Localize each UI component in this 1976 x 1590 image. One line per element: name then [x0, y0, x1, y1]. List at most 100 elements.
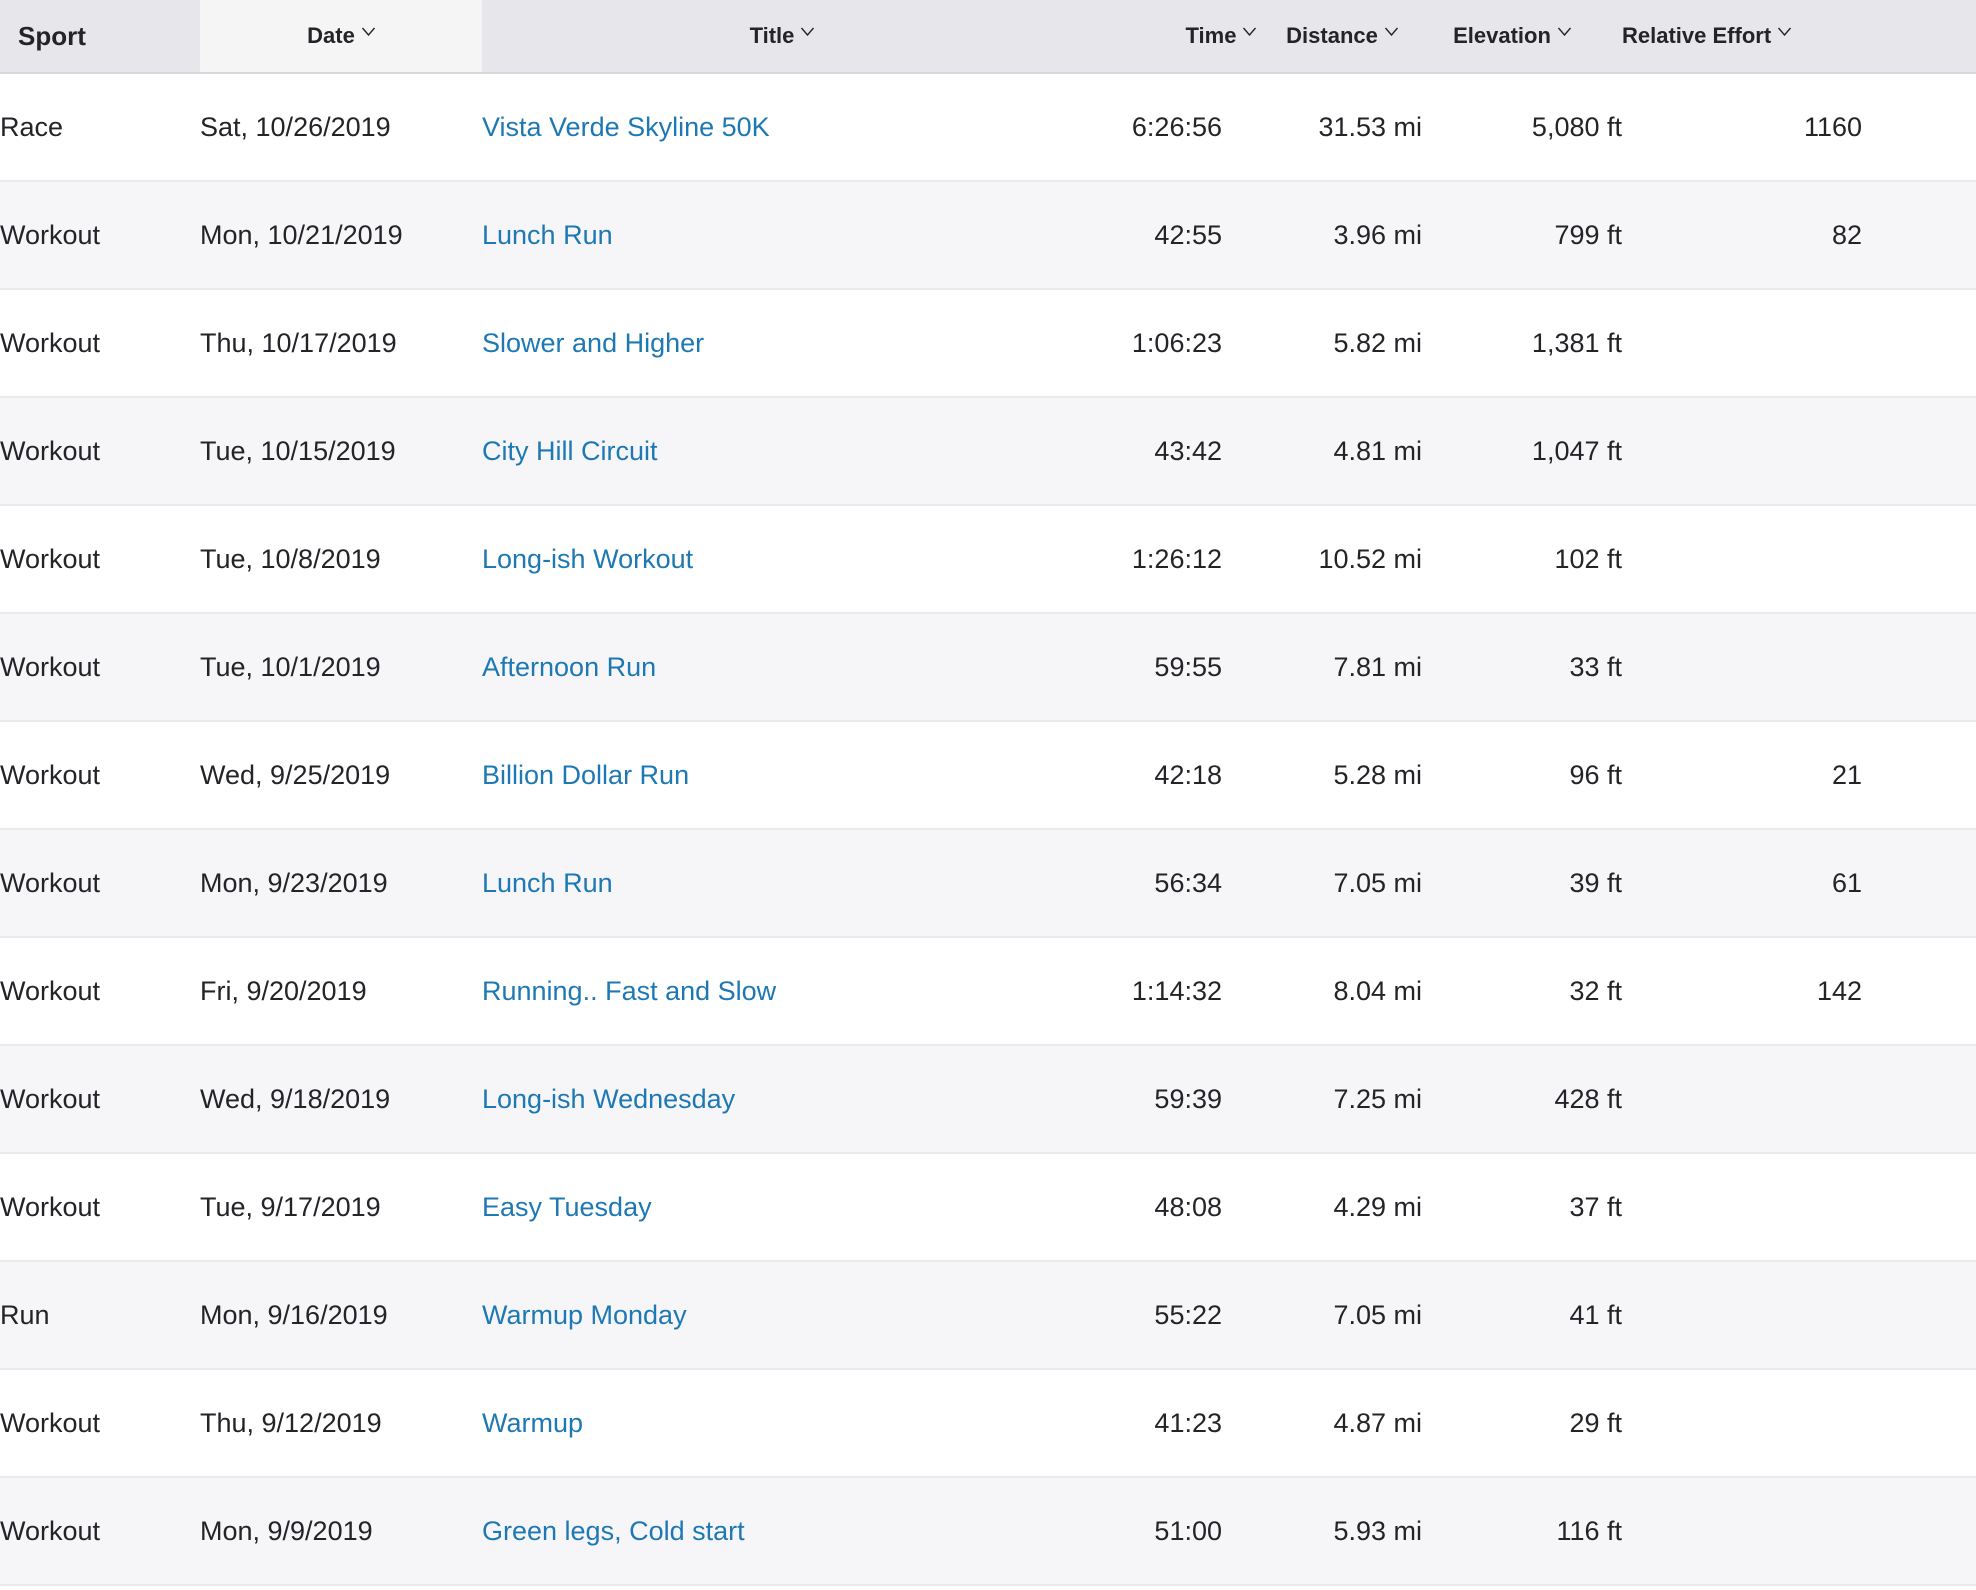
- activity-title-link[interactable]: Warmup Monday: [482, 1300, 687, 1330]
- activity-title-link[interactable]: Lunch Run: [482, 868, 613, 898]
- distance-cell: 3.96 mi: [1222, 181, 1422, 289]
- time-cell-value: 1:26:12: [1131, 543, 1222, 574]
- activity-title-link[interactable]: Warmup: [482, 1408, 583, 1438]
- time-cell: 1:26:12: [1082, 505, 1222, 613]
- row-spacer: [1862, 1477, 1976, 1585]
- activity-title-link[interactable]: Running.. Fast and Slow: [482, 976, 776, 1006]
- distance-cell: 4.87 mi: [1222, 1369, 1422, 1477]
- table-row[interactable]: Workout Wed, 9/25/2019 Billion Dollar Run 4…: [0, 721, 1976, 829]
- header-date[interactable]: Date: [200, 0, 482, 74]
- table-row[interactable]: Workout Mon, 10/21/2019 Lunch Run 42:55 3.96…: [0, 181, 1976, 289]
- chevron-down-icon[interactable]: [1557, 27, 1571, 40]
- header-relative-effort[interactable]: Relative Effort: [1622, 0, 1862, 74]
- header-sport[interactable]: Sport: [0, 0, 200, 74]
- header-title[interactable]: Title: [482, 0, 1082, 74]
- table-row[interactable]: Workout Mon, 9/23/2019 Lunch Run 56:34 7.05 …: [0, 829, 1976, 937]
- date-cell: Mon, 9/23/2019: [200, 829, 482, 937]
- table-row[interactable]: Run Mon, 9/16/2019 Warmup Monday 55:22 7.05 …: [0, 1261, 1976, 1369]
- distance-cell-value: 5.28 mi: [1333, 759, 1422, 790]
- date-cell-value: Wed, 9/18/2019: [200, 1083, 391, 1114]
- table-row[interactable]: Workout Fri, 9/20/2019 Running.. Fast and …: [0, 937, 1976, 1045]
- sport-cell: Workout: [0, 1045, 200, 1153]
- activity-title-link[interactable]: Vista Verde Skyline 50K: [482, 112, 770, 142]
- time-cell: 55:22: [1082, 1261, 1222, 1369]
- table-row[interactable]: Workout Wed, 9/18/2019 Long-ish Wednesday 5…: [0, 1045, 1976, 1153]
- title-cell: Billion Dollar Run: [482, 721, 1082, 829]
- table-row[interactable]: Workout Tue, 10/1/2019 Afternoon Run 59:55 7…: [0, 613, 1976, 721]
- sport-cell: Race: [0, 73, 200, 181]
- sport-cell: Workout: [0, 181, 200, 289]
- row-spacer: [1862, 937, 1976, 1045]
- distance-cell-value: 5.82 mi: [1333, 327, 1422, 358]
- elevation-cell: 37 ft: [1422, 1153, 1622, 1261]
- time-cell-value: 48:08: [1154, 1191, 1222, 1222]
- distance-cell-value: 4.29 mi: [1333, 1191, 1422, 1222]
- table-header: Sport Date Title Time Distance Elevation…: [0, 0, 1976, 74]
- table-row[interactable]: Workout Thu, 9/12/2019 Warmup 41:23 4.87 mi 2…: [0, 1369, 1976, 1477]
- date-cell-value: Tue, 9/17/2019: [200, 1191, 381, 1222]
- elevation-cell: 5,080 ft: [1422, 73, 1622, 181]
- activity-title-link[interactable]: City Hill Circuit: [482, 436, 658, 466]
- activity-title-link[interactable]: Easy Tuesday: [482, 1192, 652, 1222]
- chevron-down-icon[interactable]: [801, 27, 815, 40]
- time-cell-value: 59:55: [1154, 651, 1222, 682]
- relative-effort-cell: [1622, 1045, 1862, 1153]
- table-row[interactable]: Workout Tue, 10/15/2019 City Hill Circuit 4…: [0, 397, 1976, 505]
- relative-effort-cell: [1622, 613, 1862, 721]
- activity-title-link[interactable]: Green legs, Cold start: [482, 1516, 745, 1546]
- sport-cell: Workout: [0, 721, 200, 829]
- header-elevation[interactable]: Elevation: [1422, 0, 1622, 74]
- activity-title-link[interactable]: Slower and Higher: [482, 328, 704, 358]
- activity-title-link[interactable]: Long-ish Wednesday: [482, 1084, 735, 1114]
- title-cell: Vista Verde Skyline 50K: [482, 73, 1082, 181]
- elevation-cell-value: 29 ft: [1569, 1407, 1622, 1438]
- time-cell: 59:39: [1082, 1045, 1222, 1153]
- distance-cell-value: 7.05 mi: [1333, 1299, 1422, 1330]
- elevation-cell-value: 428 ft: [1554, 1083, 1622, 1114]
- activity-title-link[interactable]: Long-ish Workout: [482, 544, 693, 574]
- chevron-down-icon[interactable]: [361, 27, 375, 40]
- activity-title-link[interactable]: Afternoon Run: [482, 652, 656, 682]
- header-row: Sport Date Title Time Distance Elevation…: [0, 0, 1976, 74]
- distance-cell-value: 10.52 mi: [1318, 543, 1422, 574]
- relative-effort-cell-value: 1160: [1803, 111, 1862, 142]
- row-spacer: [1862, 289, 1976, 397]
- activity-title-link[interactable]: Lunch Run: [482, 220, 613, 250]
- sport-cell-value: Workout: [0, 1083, 101, 1114]
- table-row[interactable]: Workout Tue, 9/17/2019 Easy Tuesday 48:08 4.…: [0, 1153, 1976, 1261]
- title-cell: Running.. Fast and Slow: [482, 937, 1082, 1045]
- row-spacer: [1862, 1045, 1976, 1153]
- sport-cell-value: Workout: [0, 759, 101, 790]
- row-spacer: [1862, 721, 1976, 829]
- sport-cell: Run: [0, 1261, 200, 1369]
- title-cell: Lunch Run: [482, 181, 1082, 289]
- chevron-down-icon[interactable]: [1243, 27, 1257, 40]
- table-body: Race Sat, 10/26/2019 Vista Verde Skyline 5…: [0, 73, 1976, 1585]
- header-time[interactable]: Time: [1082, 0, 1257, 74]
- chevron-down-icon[interactable]: [1384, 27, 1398, 40]
- table-row[interactable]: Workout Thu, 10/17/2019 Slower and Higher 1…: [0, 289, 1976, 397]
- time-cell: 59:55: [1082, 613, 1222, 721]
- elevation-cell: 1,047 ft: [1422, 397, 1622, 505]
- distance-cell-value: 4.87 mi: [1333, 1407, 1422, 1438]
- elevation-cell-value: 116 ft: [1556, 1515, 1622, 1546]
- date-cell: Tue, 10/15/2019: [200, 397, 482, 505]
- activity-title-link[interactable]: Billion Dollar Run: [482, 760, 689, 790]
- table-row[interactable]: Workout Mon, 9/9/2019 Green legs, Cold sta…: [0, 1477, 1976, 1585]
- date-cell-value: Mon, 9/16/2019: [200, 1299, 388, 1330]
- table-row[interactable]: Race Sat, 10/26/2019 Vista Verde Skyline 5…: [0, 73, 1976, 181]
- table-row[interactable]: Workout Tue, 10/8/2019 Long-ish Workout 1:2…: [0, 505, 1976, 613]
- elevation-cell: 39 ft: [1422, 829, 1622, 937]
- distance-cell: 7.05 mi: [1222, 1261, 1422, 1369]
- distance-cell: 7.25 mi: [1222, 1045, 1422, 1153]
- time-cell-value: 6:26:56: [1131, 111, 1222, 142]
- row-spacer: [1862, 1153, 1976, 1261]
- sport-cell-value: Workout: [0, 651, 101, 682]
- chevron-down-icon[interactable]: [1778, 27, 1792, 40]
- row-spacer: [1862, 181, 1976, 289]
- elevation-cell-value: 799 ft: [1554, 219, 1622, 250]
- title-cell: Long-ish Workout: [482, 505, 1082, 613]
- title-cell: Green legs, Cold start: [482, 1477, 1082, 1585]
- elevation-cell-value: 37 ft: [1569, 1191, 1622, 1222]
- time-cell-value: 1:14:32: [1131, 975, 1222, 1006]
